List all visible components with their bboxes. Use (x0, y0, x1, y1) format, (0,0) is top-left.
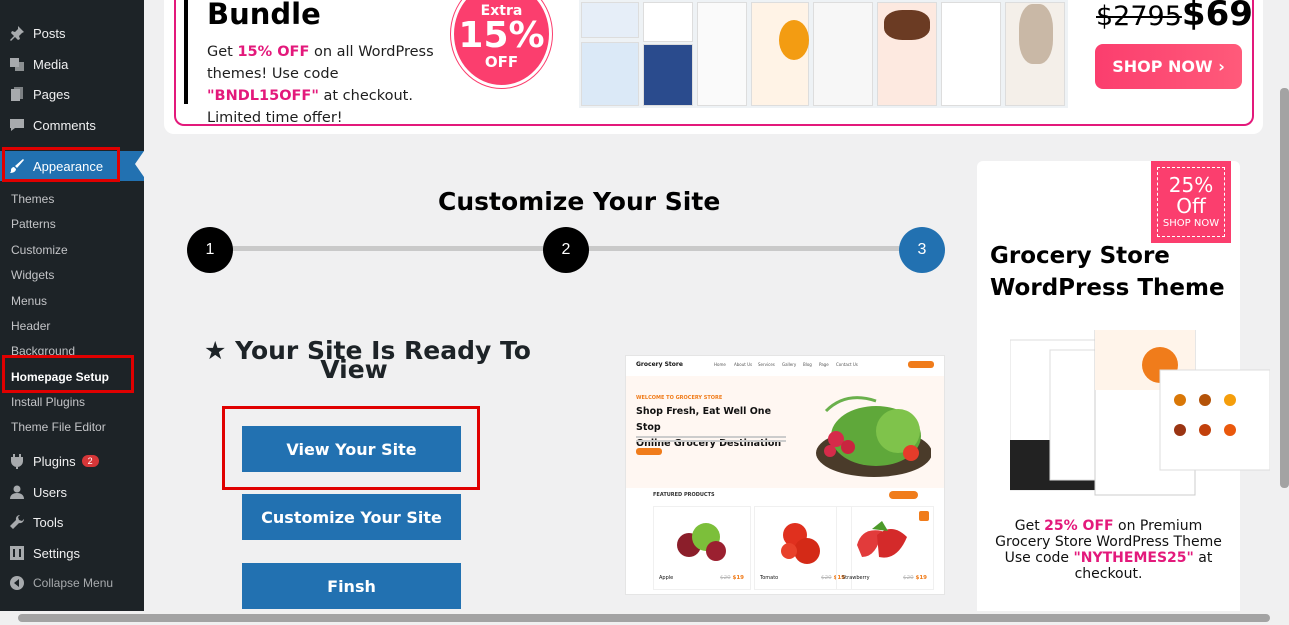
highlight-homepage-setup (2, 355, 134, 393)
preview-paragraph (636, 436, 786, 444)
menu-label: Media (33, 56, 69, 72)
grocery-site-preview[interactable]: Grocery Store Home About Us Services Gal… (625, 355, 945, 595)
apple-image (677, 523, 726, 561)
comment-icon (9, 117, 25, 133)
menu-users[interactable]: Users (0, 477, 144, 507)
customize-your-site-button[interactable]: Customize Your Site (242, 494, 461, 540)
submenu-customize[interactable]: Customize (11, 243, 68, 257)
menu-label: Posts (33, 25, 66, 41)
preview-product-card: Strawberry $20 $19 (836, 506, 934, 590)
star-icon: ★ (204, 336, 227, 365)
submenu-patterns[interactable]: Patterns (11, 217, 56, 231)
preview-view-all-button (889, 491, 918, 499)
grocery-theme-mockup-image (1010, 330, 1270, 496)
wrench-icon (9, 514, 25, 530)
collapse-menu-button[interactable]: Collapse Menu (0, 568, 144, 598)
bundle-title: Bundle (207, 0, 321, 31)
step-3[interactable]: 3 (899, 227, 945, 273)
admin-sidebar: Posts Media Pages Comments Appearance Th… (0, 0, 144, 625)
collapse-icon (9, 575, 25, 591)
menu-label: Users (33, 484, 67, 500)
submenu-header[interactable]: Header (11, 319, 50, 333)
menu-plugins[interactable]: Plugins 2 (0, 446, 144, 476)
preview-hero-button (636, 448, 662, 455)
menu-label: Plugins (33, 453, 76, 469)
preview-headline: Shop Fresh, Eat Well One Stop Online Gro… (636, 406, 781, 449)
menu-label: Tools (33, 514, 64, 530)
vertical-scrollbar-thumb[interactable] (1280, 88, 1289, 488)
preview-product-card: Apple $20 $19 (653, 506, 751, 590)
menu-label: Comments (33, 117, 96, 133)
old-price: $2795 (1096, 1, 1182, 32)
submenu-menus[interactable]: Menus (11, 294, 47, 308)
pushpin-icon (9, 25, 25, 41)
plugin-icon (9, 453, 25, 469)
step-1[interactable]: 1 (187, 227, 233, 273)
menu-media[interactable]: Media (0, 49, 144, 79)
menu-pages[interactable]: Pages (0, 79, 144, 109)
menu-label: Pages (33, 86, 70, 102)
preview-featured-label: FEATURED PRODUCTS (653, 492, 715, 498)
highlight-appearance (2, 147, 120, 182)
step-2[interactable]: 2 (543, 227, 589, 273)
preview-tagline: WELCOME TO GROCERY STORE (636, 395, 723, 401)
promo-discount-badge[interactable]: 25% Off SHOP NOW (1151, 161, 1231, 243)
menu-comments[interactable]: Comments (0, 110, 144, 140)
bundle-accent-bar (184, 0, 188, 104)
chevron-right-icon: › (1218, 57, 1225, 76)
menu-tools[interactable]: Tools (0, 507, 144, 537)
submenu-widgets[interactable]: Widgets (11, 268, 54, 282)
shop-now-button[interactable]: SHOP NOW › (1095, 44, 1242, 89)
bundle-price: $2795$69 (1096, 0, 1253, 34)
current-menu-arrow (135, 151, 144, 177)
menu-label: Settings (33, 545, 80, 561)
settings-icon (9, 545, 25, 561)
menu-label: Collapse Menu (33, 576, 114, 590)
submenu-theme-file-editor[interactable]: Theme File Editor (11, 420, 106, 434)
finish-button[interactable]: Finsh (242, 563, 461, 609)
update-count-badge: 2 (81, 455, 99, 467)
menu-settings[interactable]: Settings (0, 538, 144, 568)
vegetable-bowl-image (816, 396, 931, 477)
preview-navbar: Grocery Store Home About Us Services Gal… (626, 356, 944, 374)
new-price: $69 (1181, 0, 1253, 34)
submenu-themes[interactable]: Themes (11, 192, 54, 206)
promo-title: Grocery Store WordPress Theme (990, 243, 1225, 301)
bundle-description: Get 15% OFF on all WordPress themes! Use… (207, 44, 434, 126)
media-icon (9, 56, 25, 72)
menu-posts[interactable]: Posts (0, 18, 144, 48)
theme-collage-image (579, 0, 1068, 108)
users-icon (9, 484, 25, 500)
ready-heading: ★ Your Site Is Ready To View (204, 336, 531, 384)
horizontal-scrollbar-thumb[interactable] (18, 614, 1270, 622)
submenu-install-plugins[interactable]: Install Plugins (11, 395, 85, 409)
pages-icon (9, 86, 25, 102)
promo-description: Get 25% OFF on Premium Grocery Store Wor… (995, 518, 1222, 582)
customize-title: Customize Your Site (438, 187, 721, 216)
view-your-site-button[interactable]: View Your Site (242, 426, 461, 472)
